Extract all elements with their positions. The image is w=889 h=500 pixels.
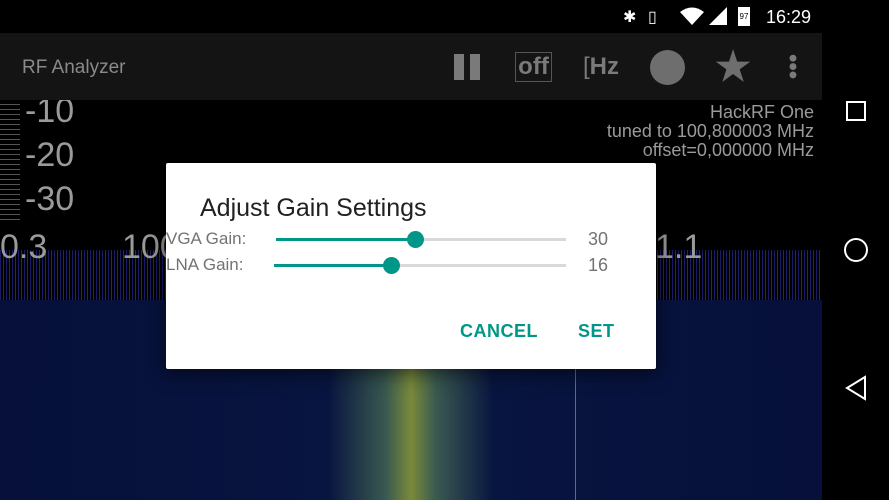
slider-fill — [274, 264, 391, 267]
y-tick: -20 — [25, 136, 75, 174]
dialog-title: Adjust Gain Settings — [200, 194, 427, 222]
pause-button[interactable] — [452, 49, 482, 85]
more-vert-icon: ••• — [779, 54, 806, 80]
hz-button[interactable]: [Hz — [582, 49, 620, 85]
device-name: HackRF One — [709, 102, 814, 122]
lna-gain-row: LNA Gain: 16 — [166, 253, 656, 277]
lna-gain-slider[interactable] — [274, 257, 566, 274]
y-tick: -30 — [25, 180, 75, 218]
cancel-button[interactable]: CANCEL — [460, 321, 538, 342]
home-button[interactable] — [844, 238, 868, 262]
x-tick: 0.3 — [0, 228, 48, 266]
vga-gain-label: VGA Gain: — [166, 229, 247, 248]
navigation-bar — [822, 33, 889, 500]
x-tick: 1.1 — [655, 228, 703, 266]
clock: 16:29 — [765, 7, 811, 27]
lna-gain-label: LNA Gain: — [166, 255, 244, 274]
slider-thumb[interactable] — [382, 257, 400, 274]
off-label: off — [518, 53, 549, 80]
recents-button[interactable] — [846, 101, 866, 121]
off-button[interactable]: off — [515, 52, 552, 82]
app-title: RF Analyzer — [22, 57, 126, 78]
status-bar: ✱ ▯ 97 16:29 — [0, 0, 889, 33]
set-button[interactable]: SET — [578, 321, 615, 342]
battery-icon: 97 — [738, 7, 750, 26]
back-button[interactable] — [844, 375, 868, 401]
hz-label: Hz — [589, 53, 619, 80]
bluetooth-icon: ✱ — [623, 9, 637, 26]
star-icon: ★ — [715, 45, 751, 89]
vga-gain-value: 30 — [588, 229, 609, 249]
record-icon — [649, 49, 685, 85]
lna-gain-value: 16 — [588, 255, 609, 275]
range-icon: [ — [582, 53, 590, 80]
vibrate-icon: ▯ — [648, 9, 657, 26]
y-axis-ruler — [0, 100, 20, 220]
frequency-offset: offset=0,000000 MHz — [642, 140, 814, 160]
slider-thumb[interactable] — [407, 231, 425, 248]
gain-dialog: Adjust Gain Settings VGA Gain: 30 LNA Ga… — [166, 163, 656, 369]
battery-level: 97 — [739, 12, 749, 21]
slider-fill — [276, 238, 416, 241]
y-tick: -10 — [25, 100, 75, 130]
app-bar: RF Analyzer off [Hz ★ ••• — [0, 33, 822, 100]
record-button[interactable] — [649, 49, 685, 85]
pause-icon — [454, 54, 480, 80]
vga-gain-row: VGA Gain: 30 — [166, 227, 656, 251]
more-options-button[interactable]: ••• — [779, 49, 806, 85]
bookmark-button[interactable]: ★ — [714, 45, 752, 89]
cellular-icon — [709, 7, 727, 25]
vga-gain-slider[interactable] — [276, 231, 566, 248]
tuned-frequency: tuned to 100,800003 MHz — [606, 121, 814, 141]
wifi-icon — [680, 7, 704, 25]
